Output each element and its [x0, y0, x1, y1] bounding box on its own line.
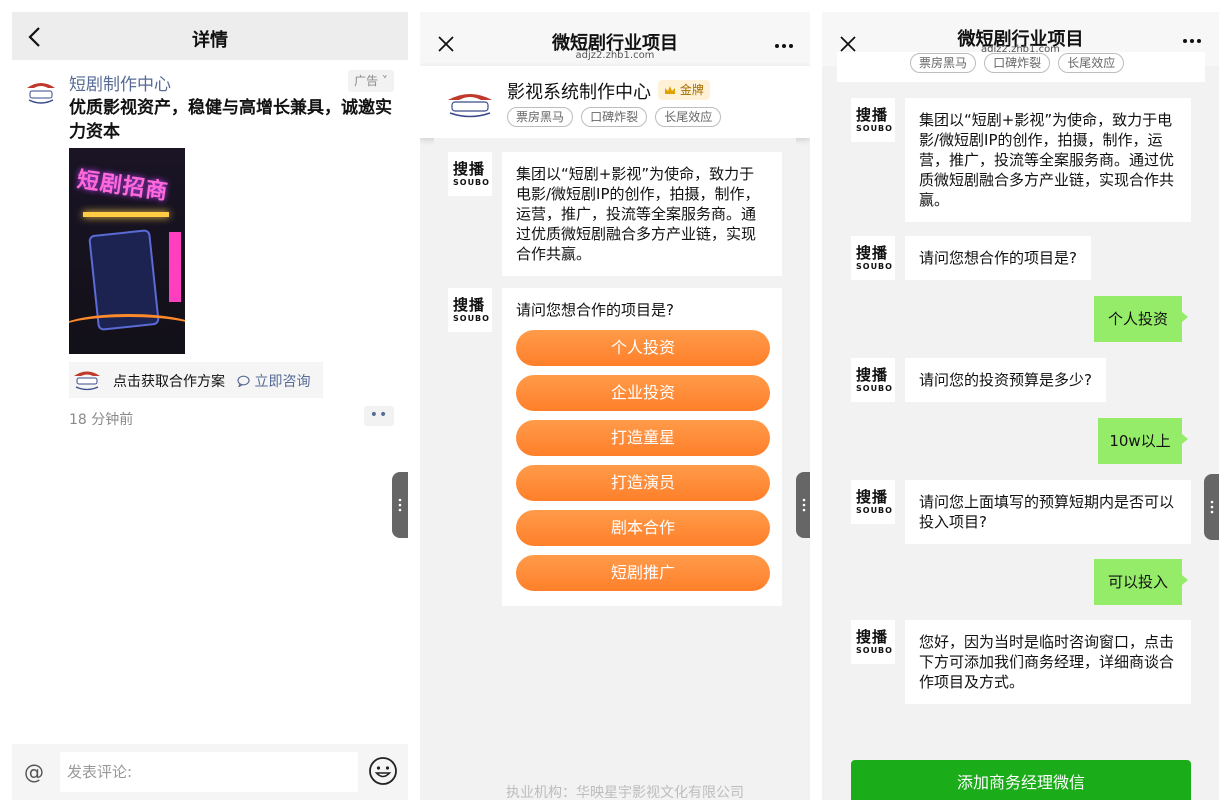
option-script-cooperation[interactable]: 剧本合作	[516, 510, 770, 546]
comment-input[interactable]	[60, 752, 358, 792]
poster-title: 短剧招商	[75, 167, 170, 206]
bot-message-q4: 您好，因为当时是临时咨询窗口，点击下方可添加我们商务经理，详细商谈合作项目及方式…	[905, 620, 1191, 704]
chat-bubble-icon	[237, 375, 250, 388]
brand-tag: 长尾效应	[1058, 53, 1125, 73]
bot-avatar-line1: 搜播	[453, 160, 486, 178]
bot-avatar-line2: SOUBO	[453, 314, 490, 323]
scrolled-brand-row: 票房黑马 口碑炸裂 长尾效应	[837, 52, 1205, 82]
gold-badge: 金牌	[658, 80, 710, 100]
question-text: 请问您想合作的项目是?	[516, 301, 674, 319]
drag-handle[interactable]	[796, 472, 810, 538]
brand-tags: 票房黑马 口碑炸裂 长尾效应	[507, 106, 724, 127]
bot-avatar-line1: 搜播	[453, 296, 486, 314]
poster-light-bar	[83, 212, 169, 217]
option-actor[interactable]: 打造演员	[516, 465, 770, 501]
brand-tag: 口碑炸裂	[581, 107, 648, 127]
bot-message-intro: 集团以“短剧+影视”为使命，致力于电影/微短剧IP的创作，拍摄，制作，运营，推广…	[905, 98, 1191, 222]
option-enterprise-investment[interactable]: 企业投资	[516, 375, 770, 411]
bot-avatar-line2: SOUBO	[856, 124, 893, 133]
page-title: 详情	[192, 30, 228, 51]
bot-avatar: 搜播 SOUBO	[851, 236, 895, 280]
bot-message-intro: 集团以“短剧+影视”为使命，致力于电影/微短剧IP的创作，拍摄，制作，运营，推广…	[502, 152, 782, 276]
bot-avatar-line1: 搜播	[856, 488, 889, 506]
bot-avatar: 搜播 SOUBO	[448, 288, 492, 332]
brand-tag: 长尾效应	[655, 107, 722, 127]
ad-tag-label: 广告	[354, 74, 379, 88]
emoji-icon[interactable]	[368, 756, 398, 786]
bot-avatar: 搜播 SOUBO	[448, 152, 492, 196]
poster-swirl-graphic	[69, 314, 185, 344]
consult-link[interactable]: 立即咨询	[237, 371, 310, 391]
chat-area: 搜播 SOUBO 集团以“短剧+影视”为使命，致力于电影/微短剧IP的创作，拍摄…	[837, 82, 1205, 800]
more-dots-icon[interactable]	[1182, 38, 1202, 44]
footer-license-text: 执业机构：华映星宇影视文化有限公司	[506, 785, 744, 800]
bot-avatar-line2: SOUBO	[856, 646, 893, 655]
cta-logo-icon	[74, 371, 100, 391]
option-personal-investment[interactable]: 个人投资	[516, 330, 770, 366]
drag-handle[interactable]	[1204, 474, 1219, 540]
ad-body-text: 优质影视资产，稳健与高增长兼具，诚邀实力资本	[69, 98, 392, 142]
more-actions-button[interactable]: ••	[364, 406, 394, 426]
chat-panel-conversation: 微短剧行业项目 adjz2.zhb1.com 票房黑马 口碑炸裂 长尾效应 搜播…	[822, 12, 1219, 800]
brand-tags: 票房黑马 口碑炸裂 长尾效应	[910, 52, 1127, 73]
bot-avatar-line1: 搜播	[856, 106, 889, 124]
add-wechat-button[interactable]: 添加商务经理微信	[851, 760, 1191, 800]
brand-tag: 票房黑马	[910, 53, 977, 73]
cta-card[interactable]: 点击获取合作方案 立即咨询	[69, 362, 323, 398]
comment-bar: @	[12, 744, 408, 800]
bot-avatar-line2: SOUBO	[856, 262, 893, 271]
cta-text: 点击获取合作方案	[113, 374, 225, 390]
bot-avatar: 搜播 SOUBO	[851, 480, 895, 524]
drag-handle-icon	[802, 498, 806, 512]
drag-handle-icon	[1210, 500, 1214, 514]
user-message-a3: 可以投入	[1094, 559, 1188, 605]
bot-avatar-line2: SOUBO	[856, 384, 893, 393]
bot-message-q1: 请问您想合作的项目是?	[905, 236, 1091, 280]
chat-header: 微短剧行业项目 adjz2.zhb1.com	[420, 12, 810, 66]
bot-message-q2: 请问您的投资预算是多少?	[905, 358, 1106, 402]
drag-handle-icon	[398, 498, 402, 512]
bot-avatar-line1: 搜播	[856, 244, 889, 262]
bot-avatar: 搜播 SOUBO	[851, 358, 895, 402]
brand-row: 影视系统制作中心 金牌 票房黑马 口碑炸裂 长尾效应	[420, 66, 810, 138]
moments-detail-panel: 详情 短剧制作中心 广告 ˅ 优质影视资产，稳健与高增长兼具，诚邀实力资本 短剧…	[12, 12, 408, 800]
at-icon[interactable]: @	[24, 760, 44, 784]
option-drama-promotion[interactable]: 短剧推广	[516, 555, 770, 591]
brand-tag: 口碑炸裂	[984, 53, 1051, 73]
detail-header: 详情	[12, 12, 408, 60]
chat-domain: adjz2.zhb1.com	[575, 50, 655, 61]
bot-avatar-line2: SOUBO	[453, 178, 490, 187]
bot-avatar: 搜播 SOUBO	[851, 620, 895, 664]
poster-side-banner	[169, 232, 181, 302]
bot-message-q3: 请问您上面填写的预算短期内是否可以投入项目?	[905, 480, 1191, 544]
more-dots-icon[interactable]	[774, 43, 794, 49]
post-time: 18 分钟前	[69, 412, 134, 428]
advertiser-name[interactable]: 短剧制作中心	[69, 70, 171, 95]
bot-avatar-line1: 搜播	[856, 366, 889, 384]
user-message-a1: 个人投资	[1094, 296, 1188, 342]
option-child-star[interactable]: 打造童星	[516, 420, 770, 456]
brand-tag: 票房黑马	[507, 107, 574, 127]
user-message-a2: 10w以上	[1098, 418, 1188, 464]
bot-avatar-line2: SOUBO	[856, 506, 893, 515]
advertiser-avatar[interactable]	[24, 76, 58, 110]
add-wechat-label: 添加商务经理微信	[956, 773, 1085, 792]
gold-badge-label: 金牌	[679, 83, 704, 97]
crown-icon	[665, 86, 675, 94]
ad-poster-image[interactable]: 短剧招商	[69, 148, 185, 354]
brand-name: 影视系统制作中心	[507, 82, 651, 103]
bot-avatar-line1: 搜播	[856, 628, 889, 646]
drag-handle[interactable]	[392, 472, 408, 538]
brand-logo	[448, 94, 492, 118]
bot-avatar: 搜播 SOUBO	[851, 98, 895, 142]
consult-link-label: 立即咨询	[254, 374, 311, 390]
chat-area: 搜播 SOUBO 集团以“短剧+影视”为使命，致力于电影/微短剧IP的创作，拍摄…	[434, 138, 796, 800]
ad-tag[interactable]: 广告 ˅	[348, 70, 394, 92]
chat-panel-options: 微短剧行业项目 adjz2.zhb1.com 影视系统制作中心 金牌 票房黑马 …	[420, 12, 810, 800]
